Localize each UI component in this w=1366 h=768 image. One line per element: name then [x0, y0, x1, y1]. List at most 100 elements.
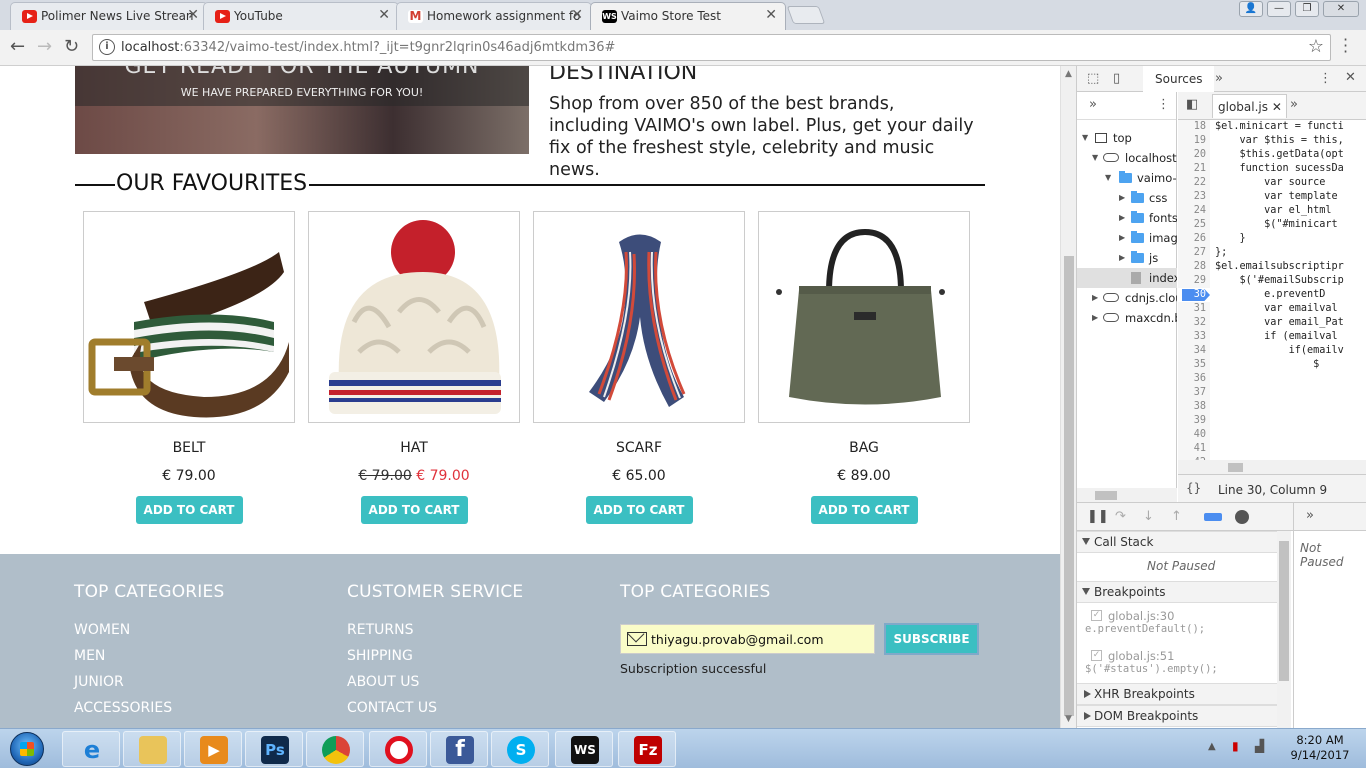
pause-on-exceptions-icon[interactable] [1235, 510, 1249, 524]
email-subscription-input[interactable]: thiyagu.provab@gmail.com [620, 624, 875, 654]
editor-hscroll[interactable] [1178, 460, 1366, 474]
pause-icon[interactable]: ❚❚ [1087, 509, 1109, 524]
devtools-menu-icon[interactable]: ⋮ [1319, 71, 1332, 86]
line-number[interactable]: 38 [1178, 400, 1210, 414]
deactivate-breakpoints-icon[interactable] [1204, 513, 1222, 521]
line-number[interactable]: 21 [1178, 162, 1210, 176]
footer-link-about-us[interactable]: ABOUT US [347, 674, 523, 691]
skype-icon[interactable]: S [491, 731, 549, 767]
device-toggle-icon[interactable]: ▯ [1113, 71, 1120, 86]
bookmark-star-icon[interactable]: ☆ [1308, 36, 1324, 57]
close-icon[interactable]: ✕ [1272, 100, 1282, 114]
tab-sources[interactable]: Sources [1143, 66, 1215, 92]
close-icon[interactable]: ✕ [378, 7, 390, 23]
line-number[interactable]: 27 [1178, 246, 1210, 260]
tree-item-vaimo[interactable]: ▼ vaimo-t [1077, 168, 1177, 188]
tree-item-js[interactable]: ▶ js [1077, 248, 1177, 268]
scrollbar-thumb[interactable] [1064, 256, 1074, 716]
footer-link-accessories[interactable]: ACCESSORIES [74, 700, 224, 717]
checkbox[interactable]: ✓ [1091, 650, 1102, 661]
close-icon[interactable]: ✕ [187, 7, 199, 23]
subscribe-button[interactable]: SUBSCRIBE [884, 623, 979, 655]
forward-icon[interactable]: → [37, 36, 52, 58]
close-window-button[interactable]: ✕ [1323, 1, 1359, 17]
system-clock[interactable]: 8:20 AM 9/14/2017 [1285, 733, 1355, 763]
more-icon[interactable]: » [1306, 508, 1314, 523]
reload-icon[interactable]: ↻ [64, 36, 79, 58]
line-number[interactable]: 22 [1178, 176, 1210, 190]
close-icon[interactable]: ✕ [571, 7, 583, 23]
facebook-icon[interactable]: f [430, 731, 488, 767]
add-to-cart-button[interactable]: ADD TO CART [360, 496, 468, 524]
debugger-scrollbar[interactable] [1277, 531, 1291, 729]
new-tab-button[interactable] [786, 6, 826, 24]
close-icon[interactable]: ✕ [765, 7, 777, 23]
file-tab-global-js[interactable]: global.js ✕ [1212, 94, 1287, 118]
add-to-cart-button[interactable]: ADD TO CART [810, 496, 918, 524]
call-stack-header[interactable]: Call Stack [1077, 531, 1277, 553]
photoshop-icon[interactable]: Ps [245, 731, 303, 767]
tab-vaimo[interactable]: WS Vaimo Store Test ✕ [590, 2, 786, 30]
footer-link-contact-us[interactable]: CONTACT US [347, 700, 523, 717]
toggle-navigator-icon[interactable]: ◧ [1186, 97, 1198, 112]
start-button[interactable] [2, 730, 52, 768]
tree-item-index[interactable]: index [1077, 268, 1177, 288]
url-text[interactable]: localhost:63342/vaimo-test/index.html?_i… [121, 40, 615, 55]
footer-link-returns[interactable]: RETURNS [347, 622, 523, 639]
line-number[interactable]: 25 [1178, 218, 1210, 232]
product-name[interactable]: SCARF [533, 440, 745, 458]
autumn-banner[interactable]: GET READY FOR THE AUTUMN WE HAVE PREPARE… [75, 66, 529, 154]
tree-item-top[interactable]: ▼ top [1077, 128, 1177, 148]
line-number[interactable]: 29 [1178, 274, 1210, 288]
product-name[interactable]: BELT [83, 440, 295, 458]
line-number[interactable]: 31 [1178, 302, 1210, 316]
show-hidden-icons[interactable]: ▲ [1208, 741, 1216, 752]
line-number[interactable]: 35 [1178, 358, 1210, 372]
scarf-image[interactable] [533, 211, 745, 423]
inspect-icon[interactable]: ⬚ [1087, 71, 1099, 86]
product-name[interactable]: BAG [758, 440, 970, 458]
line-number[interactable]: 34 [1178, 344, 1210, 358]
belt-image[interactable] [83, 211, 295, 423]
add-to-cart-button[interactable]: ADD TO CART [585, 496, 693, 524]
step-into-icon[interactable]: ↓ [1143, 509, 1154, 524]
webstorm-icon[interactable]: WS [555, 731, 613, 767]
pretty-print-icon[interactable]: {} [1186, 481, 1201, 495]
more-icon[interactable]: » [1290, 97, 1298, 112]
hat-image[interactable] [308, 211, 520, 423]
restore-button[interactable]: ❐ [1295, 1, 1319, 17]
file-explorer-icon[interactable] [123, 731, 181, 767]
page-scrollbar[interactable]: ▲ ▼ [1060, 66, 1076, 728]
add-to-cart-button[interactable]: ADD TO CART [135, 496, 243, 524]
line-number[interactable]: 39 [1178, 414, 1210, 428]
close-icon[interactable]: ✕ [1345, 70, 1356, 85]
line-number[interactable]: 18 [1178, 120, 1210, 134]
footer-link-women[interactable]: WOMEN [74, 622, 224, 639]
more-icon[interactable]: » [1089, 97, 1097, 112]
media-player-icon[interactable]: ▶ [184, 731, 242, 767]
footer-link-junior[interactable]: JUNIOR [74, 674, 224, 691]
tree-item-fonts[interactable]: ▶ fonts [1077, 208, 1177, 228]
footer-link-men[interactable]: MEN [74, 648, 224, 665]
code-view[interactable]: 18 $el.minicart = functi 19 var $this = th… [1178, 120, 1366, 460]
footer-link-shipping[interactable]: SHIPPING [347, 648, 523, 665]
navigator-menu-icon[interactable]: ⋮ [1157, 97, 1170, 112]
line-number[interactable]: 20 [1178, 148, 1210, 162]
back-icon[interactable]: ← [10, 36, 25, 58]
line-number[interactable]: 41 [1178, 442, 1210, 456]
power-icon[interactable]: ▮ [1232, 739, 1239, 753]
navigator-hscroll[interactable] [1077, 488, 1177, 502]
bag-image[interactable] [758, 211, 970, 423]
opera-icon[interactable] [369, 731, 427, 767]
scroll-up-icon[interactable]: ▲ [1065, 69, 1072, 79]
menu-icon[interactable]: · · · [1343, 32, 1348, 60]
network-icon[interactable]: ▟ [1255, 739, 1264, 753]
minimize-button[interactable]: — [1267, 1, 1291, 17]
address-bar[interactable]: i localhost:63342/vaimo-test/index.html?… [92, 34, 1331, 61]
user-icon[interactable]: 👤 [1239, 1, 1263, 17]
line-number[interactable]: 30 [1178, 288, 1210, 302]
line-number[interactable]: 24 [1178, 204, 1210, 218]
checkbox[interactable]: ✓ [1091, 610, 1102, 621]
line-number[interactable]: 26 [1178, 232, 1210, 246]
chrome-icon[interactable] [306, 731, 364, 767]
